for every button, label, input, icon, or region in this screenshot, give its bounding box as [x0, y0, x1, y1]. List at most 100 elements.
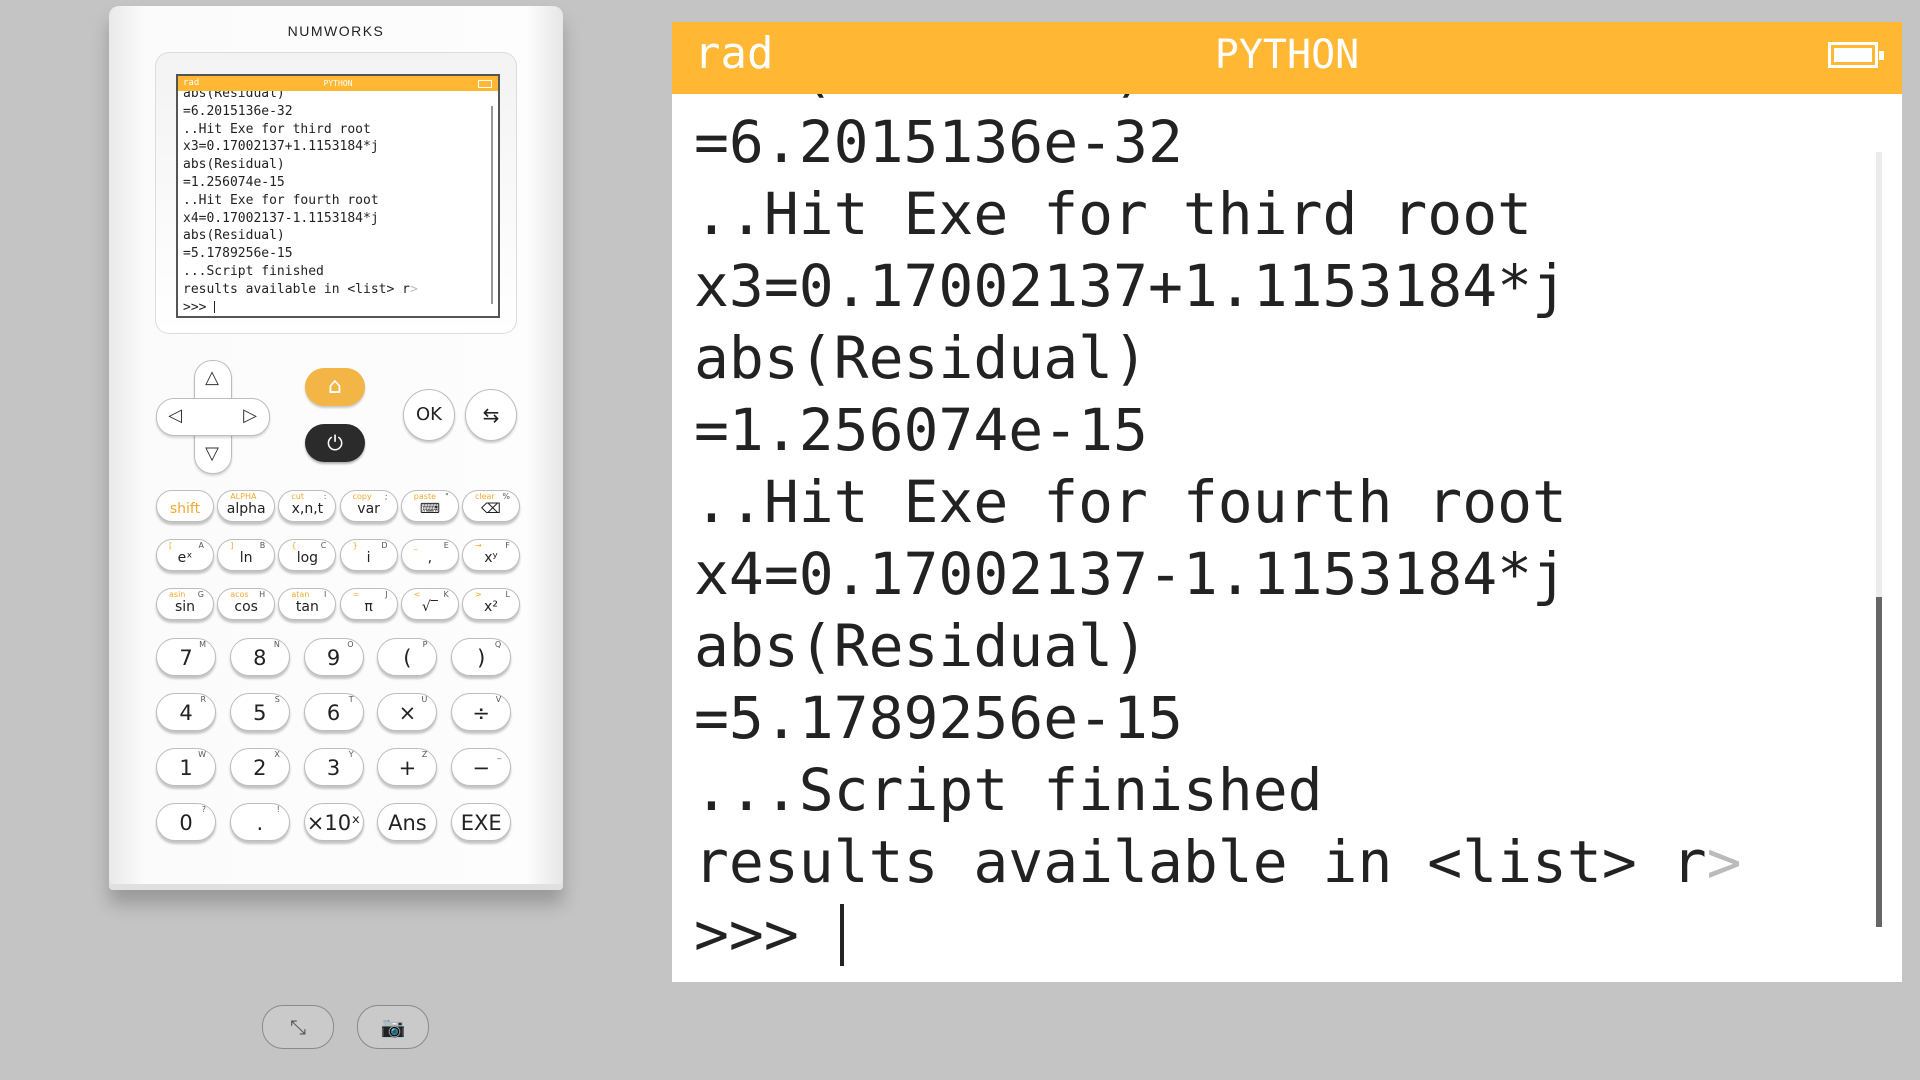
key-alpha-label: A — [198, 541, 204, 550]
mini-title-bar: rad PYTHON — [178, 76, 498, 91]
key-k43[interactable]: × U — [377, 693, 438, 731]
key-x[interactable]: xʸ → F — [462, 539, 520, 571]
key-label: tan — [295, 599, 319, 615]
key-9[interactable]: 9O — [303, 638, 364, 676]
key-tan[interactable]: tan atan I — [278, 588, 337, 620]
key-label: i — [366, 550, 371, 566]
key-sin[interactable]: sin asin G — [156, 588, 214, 620]
key-k54[interactable]: − _ — [451, 748, 512, 786]
home-icon: ⌂ — [328, 374, 342, 399]
console-line: abs(Residual) — [183, 157, 285, 173]
fullscreen-button[interactable]: ⤡ — [262, 1005, 334, 1049]
key-shift[interactable]: shift — [156, 490, 214, 522]
key-label: 4 — [179, 701, 193, 725]
key-label: 9 — [326, 646, 341, 670]
key-label: eˣ — [177, 550, 193, 566]
title-bar: rad PYTHON — [672, 22, 1902, 94]
console-line: =6.2015136e-32 — [183, 103, 293, 119]
key-label: x,n,t — [291, 501, 324, 517]
console-line: ..Hit Exe for third root — [694, 180, 1533, 248]
key-k23[interactable]: π = J — [339, 588, 398, 620]
battery-icon — [1828, 42, 1884, 68]
key-k04[interactable]: ⌨ paste " — [400, 490, 459, 522]
key-label: var — [357, 501, 380, 517]
left-arrow-icon[interactable]: ◁ — [160, 401, 190, 431]
console-line: abs(Residual) — [183, 228, 285, 244]
key-label: ⌫ — [481, 501, 501, 517]
console-line: x4=0.17002137-1.1153184*j — [183, 210, 379, 226]
python-console-screen[interactable]: abs(Residual)=6.2015136e-32..Hit Exe for… — [672, 22, 1902, 982]
key-alpha-label: K — [443, 590, 449, 599]
right-arrow-icon[interactable]: ▷ — [235, 401, 265, 431]
key-alpha-label: " — [445, 492, 449, 501]
key-10[interactable]: ×10ˣ — [303, 803, 364, 841]
key-secondary-label: } — [352, 541, 358, 550]
key-log[interactable]: log{C — [278, 539, 337, 571]
key-e[interactable]: eˣ [A — [156, 539, 214, 571]
console-line: ...Script finished — [183, 263, 324, 279]
power-button[interactable]: ⏻ — [305, 424, 365, 462]
key-EXE[interactable]: EXE — [451, 803, 512, 841]
key-3[interactable]: 3Y — [303, 748, 364, 786]
console-scrollbar[interactable] — [1876, 152, 1882, 927]
key-k14[interactable]: , _ E — [400, 539, 459, 571]
key-5[interactable]: 5S — [229, 693, 290, 731]
console-line: x4=0.17002137-1.1153184*j — [694, 540, 1567, 608]
key-k24[interactable]: √‾ < K — [400, 588, 459, 620]
key-4[interactable]: 4R — [156, 693, 216, 731]
key-alpha-label: Z — [421, 750, 428, 759]
key-secondary-label: < — [413, 590, 421, 599]
mini-console: abs(Residual) =6.2015136e-32 ..Hit Exe for… — [178, 85, 498, 316]
key-xnt[interactable]: x,n,t cut: — [278, 490, 337, 522]
key-alpha-label: U — [421, 695, 428, 704]
back-button[interactable]: ⇆ — [465, 389, 517, 441]
key-label: cos — [234, 599, 258, 615]
key-6[interactable]: 6T — [303, 693, 364, 731]
key-k44[interactable]: ÷ V — [451, 693, 512, 731]
ok-button[interactable]: OK — [403, 389, 455, 441]
key-0[interactable]: 0? — [156, 803, 216, 841]
key-ln[interactable]: ln] B — [217, 539, 276, 571]
key-7[interactable]: 7M — [156, 638, 216, 676]
key-k61[interactable]: .! — [229, 803, 290, 841]
key-alpha-label: T — [348, 695, 354, 704]
key-label: 8 — [253, 646, 267, 670]
home-button[interactable]: ⌂ — [305, 368, 365, 406]
up-arrow-icon[interactable]: △ — [197, 363, 227, 393]
key-alpha[interactable]: alpha ALPHA — [217, 490, 276, 522]
key-i[interactable]: i} D — [339, 539, 398, 571]
key-cos[interactable]: cos acos H — [217, 588, 276, 620]
key-alpha-label: I — [324, 590, 327, 599]
key-x[interactable]: x² > L — [462, 588, 520, 620]
key-label: xʸ — [484, 550, 498, 566]
key-Ans[interactable]: Ans — [377, 803, 438, 841]
truncation-marker: > — [1706, 828, 1742, 896]
key-label: 7 — [179, 646, 193, 670]
console-prompt: >>> — [694, 898, 1862, 970]
key-label: 1 — [179, 756, 193, 780]
key-alpha-label: D — [381, 541, 388, 550]
key-secondary-label: cut — [291, 492, 304, 501]
key-k53[interactable]: + Z — [377, 748, 438, 786]
console-line: =1.256074e-15 — [694, 396, 1148, 464]
key-alpha-label: C — [320, 541, 327, 550]
key-1[interactable]: 1W — [156, 748, 216, 786]
key-8[interactable]: 8N — [229, 638, 290, 676]
down-arrow-icon[interactable]: ▽ — [197, 439, 227, 469]
key-k34[interactable]: ) Q — [451, 638, 512, 676]
console-line: results available in <list> r> — [694, 828, 1742, 896]
key-label: x² — [484, 599, 498, 615]
scrollbar-thumb[interactable] — [1876, 597, 1882, 927]
key-k33[interactable]: (P — [377, 638, 438, 676]
console-line: results available in <list> r> — [183, 281, 418, 297]
app-name: PYTHON — [1214, 32, 1360, 78]
key-secondary-label: atan — [291, 590, 310, 599]
key-var[interactable]: var copy; — [339, 490, 398, 522]
dpad[interactable]: △ ▽ ◁ ▷ — [156, 360, 270, 474]
key-secondary-label: ALPHA — [230, 492, 257, 501]
key-2[interactable]: 2X — [229, 748, 290, 786]
back-icon: ⇆ — [482, 403, 500, 427]
key-alpha-label: V — [495, 695, 502, 704]
key-k05[interactable]: ⌫ clear% — [462, 490, 520, 522]
screenshot-button[interactable]: 📷 — [357, 1005, 429, 1049]
